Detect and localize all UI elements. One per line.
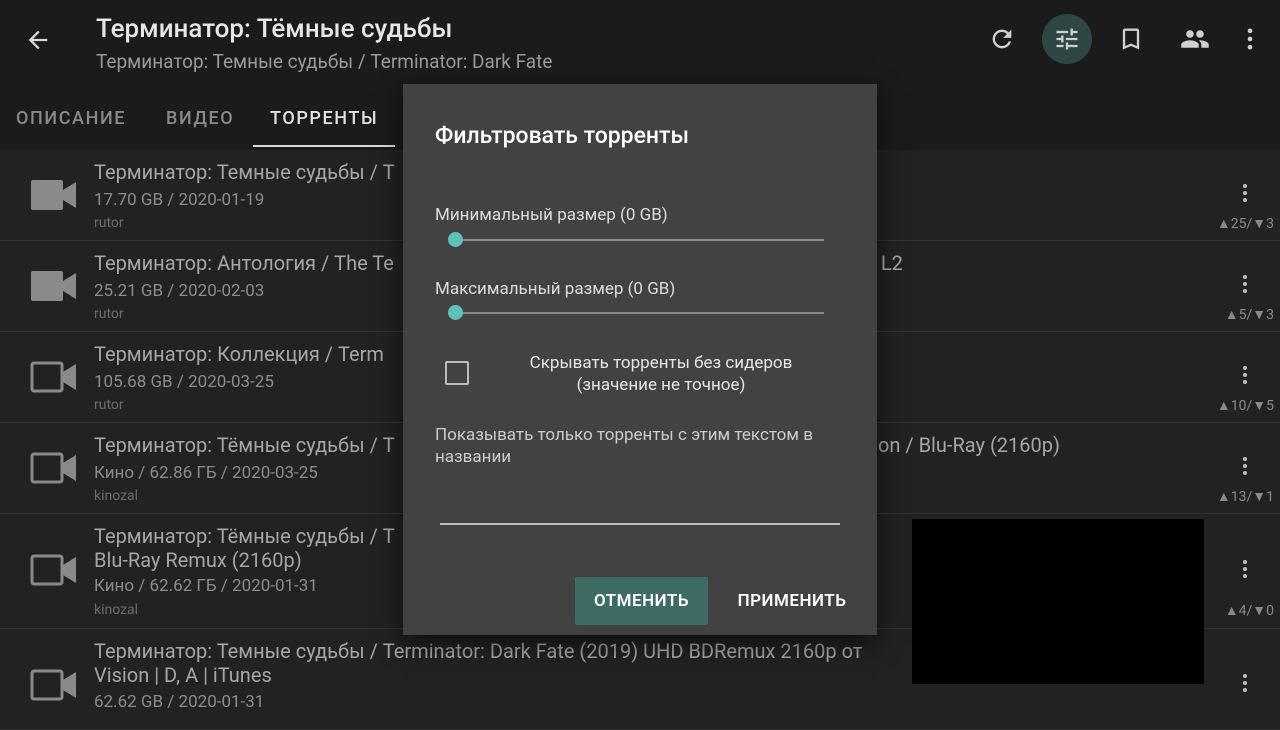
tab-video[interactable]: ВИДЕО — [166, 96, 234, 150]
filter-button[interactable] — [1042, 14, 1092, 64]
videocam-filled-icon — [31, 271, 76, 301]
min-size-label: Минимальный размер (0 GB) — [435, 205, 668, 225]
row-more-button[interactable] — [1230, 264, 1260, 304]
more-vert-icon — [1243, 457, 1247, 475]
torrent-source: rutor — [94, 397, 124, 413]
torrent-source: rutor — [94, 306, 124, 322]
torrent-meta: 25.21 GB / 2020-02-03 — [94, 281, 265, 301]
name-filter-label: Показывать только торренты с этим тексто… — [435, 425, 813, 467]
torrent-source: rutor — [94, 215, 124, 231]
row-more-button[interactable] — [1230, 355, 1260, 395]
filter-dialog: Фильтровать торренты Минимальный размер … — [403, 84, 877, 635]
seed-leech-stats: ▲4/▼0 — [1224, 603, 1274, 619]
bookmark-icon — [1122, 28, 1140, 50]
more-vert-icon — [1247, 28, 1253, 50]
seed-leech-stats: ▲25/▼3 — [1216, 216, 1274, 232]
refresh-icon — [992, 29, 1012, 49]
people-icon — [1181, 30, 1209, 48]
videocam-outline-icon — [30, 452, 76, 484]
page-title: Терминатор: Тёмные судьбы — [96, 14, 453, 44]
more-vert-icon — [1243, 275, 1247, 293]
dialog-title: Фильтровать торренты — [435, 122, 689, 149]
row-more-button[interactable] — [1230, 446, 1260, 486]
more-vert-icon — [1243, 560, 1247, 578]
back-button[interactable] — [18, 20, 58, 60]
bookmark-button[interactable] — [1106, 14, 1156, 64]
video-overlay — [912, 519, 1204, 684]
tune-icon — [1056, 28, 1078, 50]
torrent-meta: Кино / 62.62 ГБ / 2020-01-31 — [94, 576, 318, 596]
videocam-outline-icon — [30, 361, 76, 393]
more-options-button[interactable] — [1225, 14, 1275, 64]
videocam-filled-icon — [31, 180, 76, 210]
more-vert-icon — [1243, 366, 1247, 384]
seed-leech-stats: ▲10/▼5 — [1216, 398, 1274, 414]
row-more-button[interactable] — [1230, 549, 1260, 589]
max-size-label: Максимальный размер (0 GB) — [435, 279, 676, 299]
slider-thumb[interactable] — [448, 305, 463, 320]
slider-thumb[interactable] — [448, 232, 463, 247]
torrent-meta: 62.62 GB / 2020-01-31 — [94, 692, 265, 712]
tab-torrents[interactable]: ТОРРЕНТЫ — [252, 96, 396, 150]
seed-leech-stats: ▲13/▼1 — [1216, 489, 1274, 505]
hide-no-seeders-label: Скрывать торренты без сидеров (значение … — [529, 353, 793, 395]
seed-leech-stats: ▲5/▼3 — [1224, 307, 1274, 323]
cancel-button[interactable]: ОТМЕНИТЬ — [575, 577, 708, 625]
min-size-slider[interactable] — [448, 230, 824, 250]
more-vert-icon — [1243, 184, 1247, 202]
torrent-source: kinozal — [94, 602, 139, 618]
torrent-meta: Кино / 62.86 ГБ / 2020-03-25 — [94, 463, 318, 483]
torrent-meta: 17.70 GB / 2020-01-19 — [94, 190, 265, 210]
arrow-back-icon — [28, 30, 48, 50]
refresh-button[interactable] — [977, 14, 1027, 64]
videocam-outline-icon — [30, 554, 76, 586]
people-button[interactable] — [1170, 14, 1220, 64]
torrent-source: kinozal — [94, 488, 139, 504]
row-more-button[interactable] — [1230, 173, 1260, 213]
row-more-button[interactable] — [1230, 663, 1260, 703]
slider-track — [456, 239, 824, 241]
page-subtitle: Терминатор: Темные судьбы / Terminator: … — [96, 50, 553, 73]
more-vert-icon — [1243, 674, 1247, 692]
tab-description[interactable]: ОПИСАНИЕ — [16, 96, 126, 150]
apply-button[interactable]: ПРИМЕНИТЬ — [727, 577, 857, 625]
torrent-meta: 105.68 GB / 2020-03-25 — [94, 372, 274, 392]
hide-no-seeders-checkbox[interactable] — [445, 361, 469, 385]
videocam-outline-icon — [30, 669, 76, 701]
max-size-slider[interactable] — [448, 303, 824, 323]
slider-track — [456, 312, 824, 314]
name-filter-input[interactable] — [440, 489, 840, 525]
